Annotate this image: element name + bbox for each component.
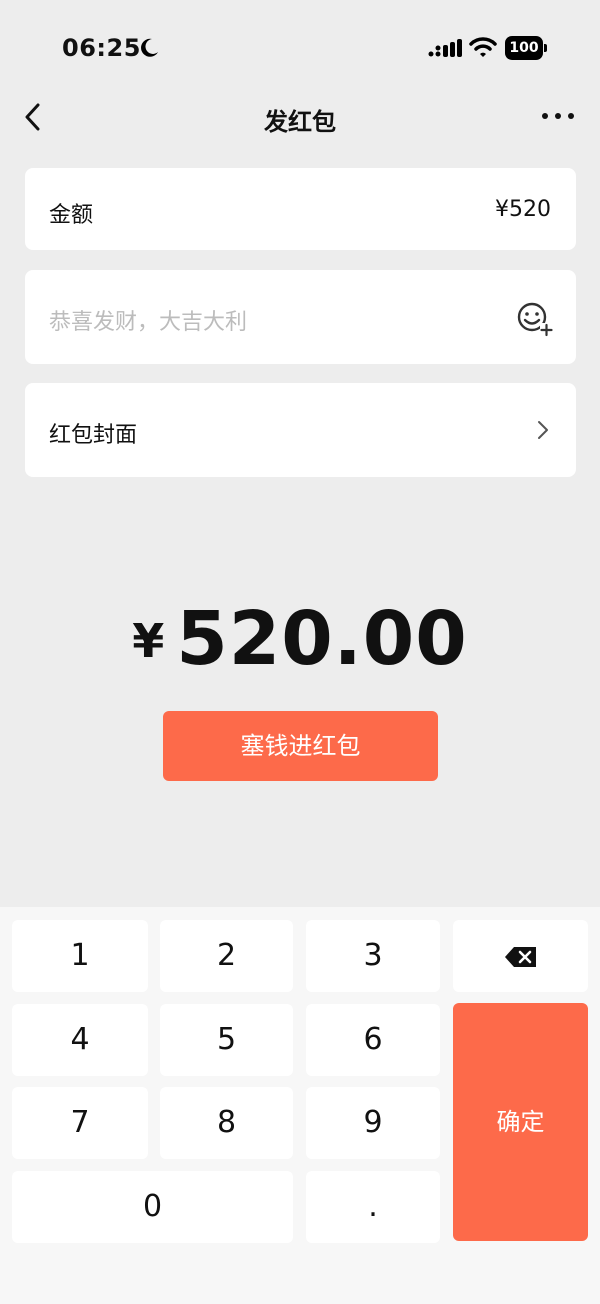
status-time: 06:25 [62,34,141,62]
total-currency: ¥ [132,614,165,668]
key-dot[interactable]: . [306,1171,440,1243]
key-2[interactable]: 2 [160,920,293,992]
key-7[interactable]: 7 [12,1087,148,1159]
greeting-input[interactable]: 恭喜发财，大吉大利 [49,304,247,336]
backspace-icon [504,946,536,967]
key-8[interactable]: 8 [160,1087,293,1159]
key-6[interactable]: 6 [306,1004,440,1076]
battery-level: 100 [505,36,543,60]
emoji-add-icon[interactable] [516,301,554,337]
cellular-signal-icon [428,39,462,57]
page-title: 发红包 [264,108,336,136]
total-amount: ¥520.00 [0,596,600,682]
key-1[interactable]: 1 [12,920,148,992]
numeric-keypad: 1 2 3 4 5 6 7 8 9 0 . 确定 [0,907,600,1304]
total-value: 520.00 [176,596,468,682]
moon-icon [141,38,158,57]
amount-label: 金额 [49,203,94,228]
amount-value: ¥520 [495,197,551,222]
key-4[interactable]: 4 [12,1004,148,1076]
status-bar: 06:25 100 [0,0,600,96]
cover-label: 红包封面 [49,423,138,448]
delete-key[interactable] [453,920,588,992]
chevron-right-icon [538,421,548,439]
key-0[interactable]: 0 [12,1171,293,1243]
nav-bar: 发红包 [0,96,600,140]
greeting-card[interactable]: 恭喜发财，大吉大利 [25,270,576,364]
battery-icon: 100 [505,36,547,60]
key-5[interactable]: 5 [160,1004,293,1076]
submit-button[interactable]: 塞钱进红包 [163,711,438,781]
key-3[interactable]: 3 [306,920,440,992]
amount-card[interactable]: 金额 ¥520 [25,168,576,250]
key-9[interactable]: 9 [306,1087,440,1159]
cover-card[interactable]: 红包封面 [25,383,576,477]
wifi-icon [469,37,497,57]
confirm-key[interactable]: 确定 [453,1003,588,1241]
battery-tip [544,44,547,52]
more-dots-icon[interactable] [540,108,576,124]
